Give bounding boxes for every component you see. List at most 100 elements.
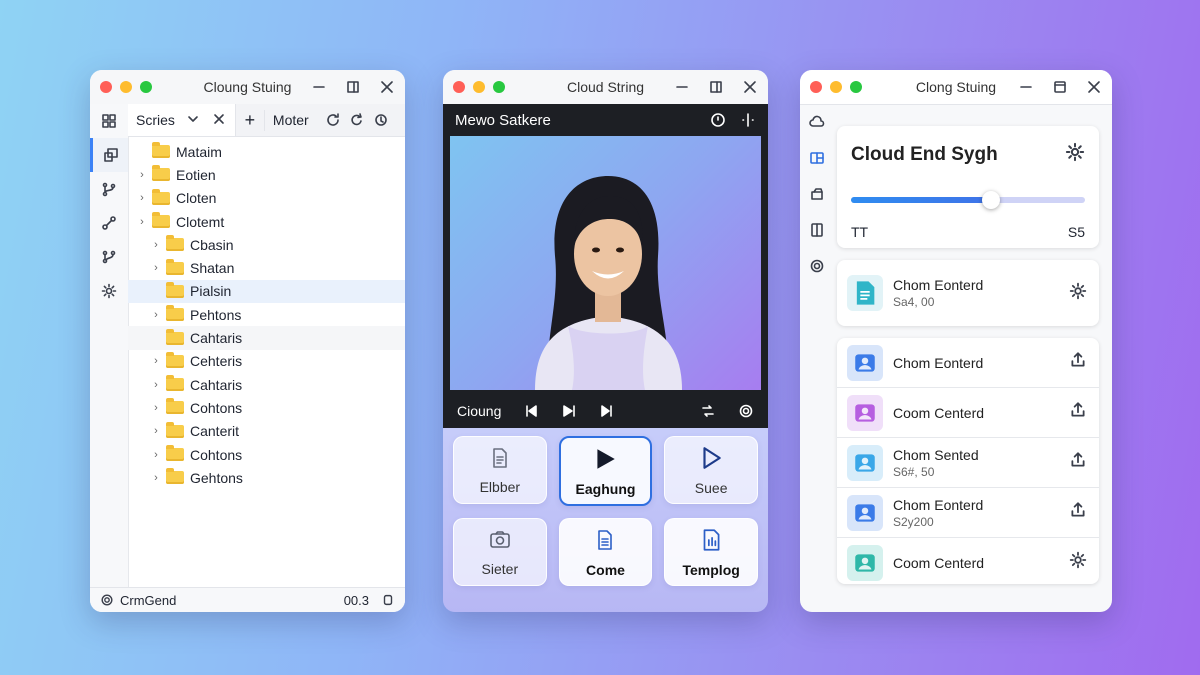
tree-item[interactable]: › Cbasin <box>128 233 405 256</box>
minimize-dot[interactable] <box>473 81 485 93</box>
zoom-dot[interactable] <box>140 81 152 93</box>
tree-item[interactable]: Cahtaris <box>128 326 405 350</box>
chevron-right-icon[interactable]: › <box>150 449 162 461</box>
maximize-icon[interactable] <box>708 79 724 95</box>
merge-icon[interactable] <box>90 240 128 274</box>
chevron-right-icon[interactable]: › <box>150 262 162 274</box>
tree-item[interactable]: Pialsin <box>128 279 405 304</box>
explorer-icon[interactable] <box>90 138 128 172</box>
tree-item[interactable]: › Cloten <box>128 187 405 210</box>
file-icon <box>593 527 617 556</box>
tile-templog[interactable]: Templog <box>664 518 758 586</box>
close-dot[interactable] <box>100 81 112 93</box>
sync-icon[interactable] <box>373 112 389 128</box>
minimize-dot[interactable] <box>120 81 132 93</box>
list-item[interactable]: Chom Eonterd Sa4, 00 <box>837 260 1099 326</box>
chevron-right-icon[interactable]: › <box>150 379 162 391</box>
chevron-right-icon[interactable]: › <box>150 309 162 321</box>
chevron-right-icon[interactable]: › <box>150 239 162 251</box>
settings-icon[interactable] <box>738 403 754 419</box>
settings-icon[interactable] <box>90 274 128 308</box>
tree-item[interactable]: › Cohtons <box>128 396 405 419</box>
copy-icon[interactable] <box>381 593 395 607</box>
chevron-right-icon[interactable]: › <box>136 192 148 204</box>
zoom-dot[interactable] <box>850 81 862 93</box>
list-item[interactable]: Coom Centerd <box>837 388 1099 438</box>
upload-icon[interactable] <box>1069 351 1087 374</box>
file-tree: Mataim › Eotien › Cloten › Clotemt › Cbasin › Shat… <box>128 140 405 489</box>
tab-active[interactable]: Scries <box>128 104 236 136</box>
layout-icon[interactable] <box>800 140 834 176</box>
maximize-icon[interactable] <box>1052 79 1068 95</box>
link-icon[interactable] <box>90 206 128 240</box>
list-item[interactable]: Coom Centerd <box>837 538 1099 587</box>
tree-item[interactable]: › Canterit <box>128 420 405 443</box>
list-item[interactable]: Chom Eonterd <box>837 338 1099 388</box>
list-item[interactable]: Chom Eonterd S2y200 <box>837 488 1099 538</box>
tree-item[interactable]: › Clotemt <box>128 210 405 233</box>
branch-icon[interactable] <box>90 172 128 206</box>
new-tab-button[interactable]: + <box>236 109 265 131</box>
tree-item[interactable]: › Shatan <box>128 256 405 279</box>
zoom-dot[interactable] <box>493 81 505 93</box>
minimize-icon[interactable] <box>1018 79 1034 95</box>
cloud-icon[interactable] <box>800 104 834 140</box>
chevron-right-icon[interactable]: › <box>136 169 148 181</box>
skip-back-icon[interactable] <box>523 403 539 419</box>
redo-icon[interactable] <box>349 112 365 128</box>
minimize-dot[interactable] <box>830 81 842 93</box>
tree-item-label: Cahtaris <box>190 376 243 393</box>
close-dot[interactable] <box>453 81 465 93</box>
play-pause-icon[interactable] <box>561 403 577 419</box>
tree-item[interactable]: › Cehteris <box>128 350 405 373</box>
tree-item[interactable]: › Cohtons <box>128 443 405 466</box>
split-icon[interactable] <box>740 112 756 128</box>
gear-icon[interactable] <box>1065 142 1085 167</box>
close-icon[interactable] <box>742 79 758 95</box>
tile-suee[interactable]: Suee <box>664 436 758 504</box>
close-icon[interactable] <box>379 79 395 95</box>
tile-elbber[interactable]: Elbber <box>453 436 547 504</box>
tree-item[interactable]: › Gehtons <box>128 466 405 489</box>
gear-icon[interactable] <box>1069 282 1087 305</box>
tree-item[interactable]: Mataim <box>128 140 405 163</box>
tile-sieter[interactable]: Sieter <box>453 518 547 586</box>
grid-icon[interactable] <box>90 104 128 138</box>
skip-forward-icon[interactable] <box>599 403 615 419</box>
upload-icon[interactable] <box>1069 501 1087 524</box>
chevron-right-icon[interactable]: › <box>150 425 162 437</box>
more-tab[interactable]: Moter <box>265 112 317 128</box>
list-item[interactable]: Chom Sented S6#, 50 <box>837 438 1099 488</box>
chevron-right-icon[interactable]: › <box>150 355 162 367</box>
tab-close-icon[interactable] <box>211 111 227 130</box>
box-icon[interactable] <box>800 176 834 212</box>
minimize-icon[interactable] <box>674 79 690 95</box>
chevron-right-icon[interactable]: › <box>150 472 162 484</box>
refresh-icon[interactable] <box>325 112 341 128</box>
upload-icon[interactable] <box>1069 451 1087 474</box>
chevron-right-icon[interactable]: › <box>136 216 148 228</box>
tree-item[interactable]: › Pehtons <box>128 303 405 326</box>
close-icon[interactable] <box>1086 79 1102 95</box>
shuffle-icon[interactable] <box>700 403 716 419</box>
gear-icon[interactable] <box>100 593 114 607</box>
tile-eaghung[interactable]: Eaghung <box>558 436 653 506</box>
folder-icon <box>152 188 170 205</box>
tile-come[interactable]: Come <box>558 518 653 586</box>
book-icon[interactable] <box>800 212 834 248</box>
chevron-right-icon[interactable]: › <box>150 402 162 414</box>
timer-icon[interactable] <box>710 112 726 128</box>
gear-icon[interactable] <box>1069 551 1087 574</box>
slider-knob[interactable] <box>982 191 1001 209</box>
tree-item[interactable]: › Eotien <box>128 163 405 186</box>
sync-slider[interactable] <box>851 191 1085 209</box>
close-dot[interactable] <box>810 81 822 93</box>
upload-icon[interactable] <box>1069 401 1087 424</box>
maximize-icon[interactable] <box>345 79 361 95</box>
chevron-down-icon[interactable] <box>185 111 201 130</box>
minimize-icon[interactable] <box>311 79 327 95</box>
video-player[interactable] <box>443 136 768 394</box>
featured-card[interactable]: Chom Eonterd Sa4, 00 <box>837 260 1099 326</box>
tree-item[interactable]: › Cahtaris <box>128 373 405 396</box>
settings-icon[interactable] <box>800 248 834 284</box>
